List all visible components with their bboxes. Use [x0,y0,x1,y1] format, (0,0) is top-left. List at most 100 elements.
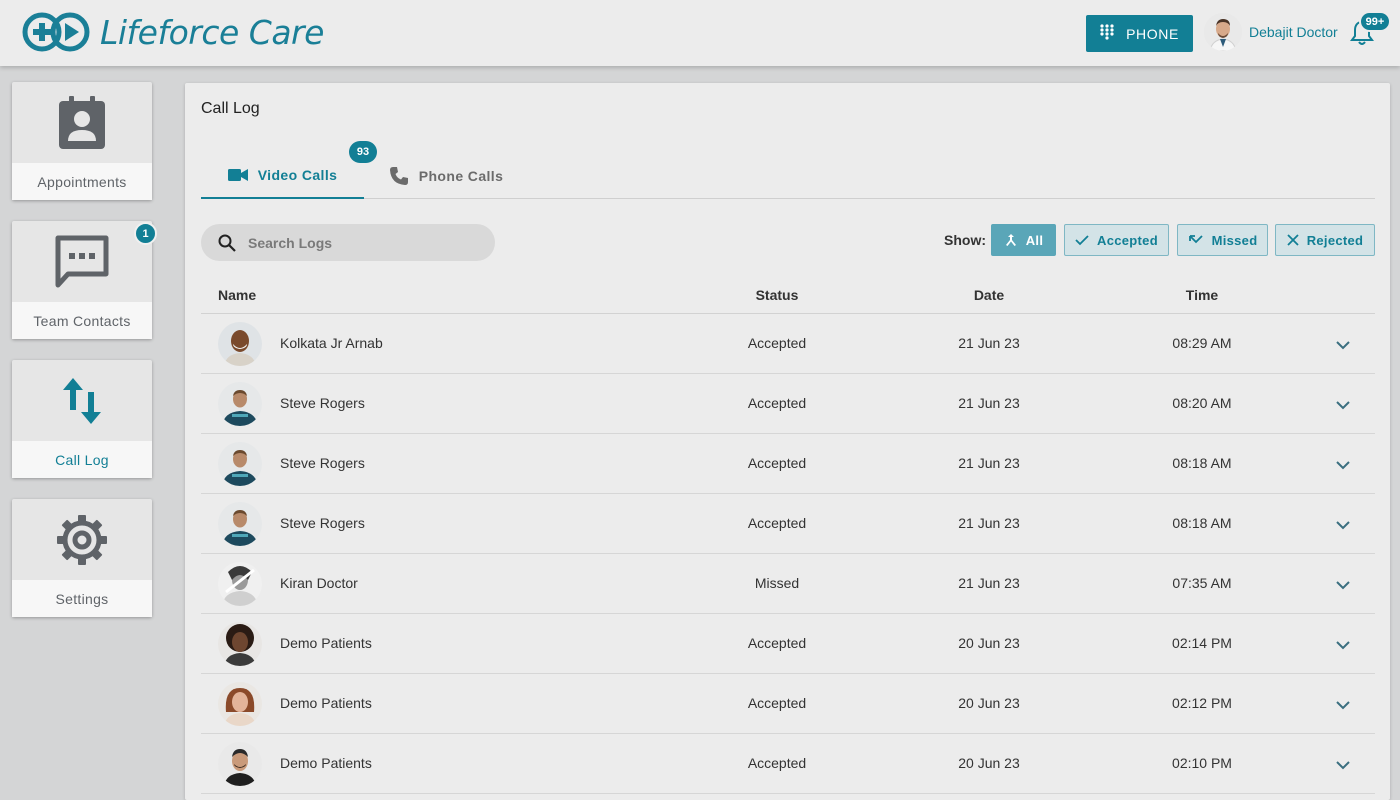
call-time: 07:35 AM [1172,575,1232,591]
search-box[interactable] [201,224,495,261]
sidebar-item-settings[interactable]: Settings [12,499,152,617]
app-logo[interactable]: Lifeforce Care [20,9,324,55]
avatar [218,622,262,666]
call-time: 02:10 PM [1172,755,1232,771]
missed-call-icon [1188,235,1203,244]
filter-label: Accepted [1097,232,1158,248]
avatar [218,382,262,426]
call-date: 20 Jun 23 [958,695,1020,711]
team-contacts-badge: 1 [134,222,157,245]
call-time: 08:18 AM [1172,455,1232,471]
call-time: 08:29 AM [1172,335,1232,351]
call-time: 02:14 PM [1172,635,1232,651]
sidebar-item-label: Settings [12,580,152,617]
call-status: Accepted [747,335,807,351]
call-status: Accepted [747,695,807,711]
user-profile[interactable]: Debajit Doctor [1204,13,1338,51]
chevron-down-icon[interactable] [1334,336,1352,354]
filter-label: Rejected [1306,232,1364,248]
caller-name: Kolkata Jr Arnab [280,335,383,351]
phone-dialer-button[interactable]: PHONE [1086,15,1193,52]
chevron-down-icon[interactable] [1334,516,1352,534]
check-icon [1075,235,1089,246]
caller-name: Demo Patients [280,695,372,711]
table-row[interactable]: Steve Rogers Accepted 21 Jun 23 08:20 AM [201,374,1375,434]
sidebar-item-label: Team Contacts [12,302,152,339]
chevron-down-icon[interactable] [1334,576,1352,594]
avatar [218,742,262,786]
chevron-down-icon[interactable] [1334,756,1352,774]
caller-name: Demo Patients [280,635,372,651]
user-name: Debajit Doctor [1249,24,1338,40]
filter-label: All [1025,232,1044,248]
table-row[interactable]: Demo Patients Accepted 20 Jun 23 02:14 P… [201,614,1375,674]
filter-all-button[interactable]: All [991,224,1056,256]
chat-bubble-icon [55,235,109,287]
filter-label: Missed [1211,232,1258,248]
contact-card-icon [59,95,105,149]
dialpad-icon [1100,24,1114,43]
videocam-icon [227,169,248,181]
sidebar-item-label: Call Log [12,441,152,478]
sidebar-item-call-log[interactable]: Call Log [12,360,152,478]
tab-phone-calls[interactable]: Phone Calls [376,153,516,199]
call-type-tabs: Video Calls Phone Calls [201,153,1375,199]
call-date: 21 Jun 23 [958,395,1020,411]
call-status: Accepted [747,755,807,771]
table-row[interactable]: Demo Patients Accepted 20 Jun 23 02:10 P… [201,734,1375,794]
call-date: 20 Jun 23 [958,755,1020,771]
phone-button-label: PHONE [1126,25,1179,42]
swap-vertical-arrows-icon [63,377,101,424]
logo-mark-icon [22,12,90,52]
filter-rejected-button[interactable]: Rejected [1275,224,1375,256]
column-header-date: Date [973,287,1005,303]
call-time: 02:12 PM [1172,695,1232,711]
filter-missed-button[interactable]: Missed [1177,224,1268,256]
call-status: Missed [754,575,800,591]
tab-label: Video Calls [257,167,338,183]
filter-accepted-button[interactable]: Accepted [1064,224,1169,256]
call-log-panel: Call Log Video Calls Phone Calls 93 Show… [185,83,1390,800]
table-row[interactable]: Steve Rogers Accepted 21 Jun 23 08:18 AM [201,494,1375,554]
avatar [218,322,262,366]
chevron-down-icon[interactable] [1334,696,1352,714]
call-date: 20 Jun 23 [958,635,1020,651]
app-header: Lifeforce Care PHONE Debajit Doctor 99+ [0,0,1400,66]
page-title: Call Log [201,100,260,117]
caller-name: Steve Rogers [280,515,365,531]
call-date: 21 Jun 23 [958,515,1020,531]
caller-name: Demo Patients [280,755,372,771]
call-status: Accepted [747,515,807,531]
filter-label: Show: [944,232,986,248]
gear-icon [57,514,107,565]
call-time: 08:18 AM [1172,515,1232,531]
sidebar-item-team-contacts[interactable]: Team Contacts [12,221,152,339]
app-name: Lifeforce Care [100,12,324,52]
call-date: 21 Jun 23 [958,335,1020,351]
column-header-name: Name [218,287,257,303]
notification-count-badge: 99+ [1359,11,1391,32]
tab-video-calls[interactable]: Video Calls [201,153,364,199]
search-input[interactable] [248,234,468,251]
phone-handset-icon [389,167,408,185]
call-time: 08:20 AM [1172,395,1232,411]
caller-name: Kiran Doctor [280,575,358,591]
call-date: 21 Jun 23 [958,455,1020,471]
chevron-down-icon[interactable] [1334,396,1352,414]
avatar [218,502,262,546]
table-row[interactable]: Steve Rogers Accepted 21 Jun 23 08:18 AM [201,434,1375,494]
sidebar-item-label: Appointments [12,163,152,200]
call-status: Accepted [747,395,807,411]
table-row[interactable]: Kiran Doctor Missed 21 Jun 23 07:35 AM [201,554,1375,614]
chevron-down-icon[interactable] [1334,456,1352,474]
chevron-down-icon[interactable] [1334,636,1352,654]
search-icon [218,234,236,252]
table-row[interactable]: Kolkata Jr Arnab Accepted 21 Jun 23 08:2… [201,314,1375,374]
avatar [218,682,262,726]
sidebar-item-appointments[interactable]: Appointments [12,82,152,200]
video-calls-count-badge: 93 [349,141,377,163]
table-row[interactable]: Demo Patients Accepted 20 Jun 23 02:12 P… [201,674,1375,734]
table-header: Name Status Date Time [201,279,1375,314]
user-avatar [1204,13,1242,51]
column-header-status: Status [755,287,799,303]
